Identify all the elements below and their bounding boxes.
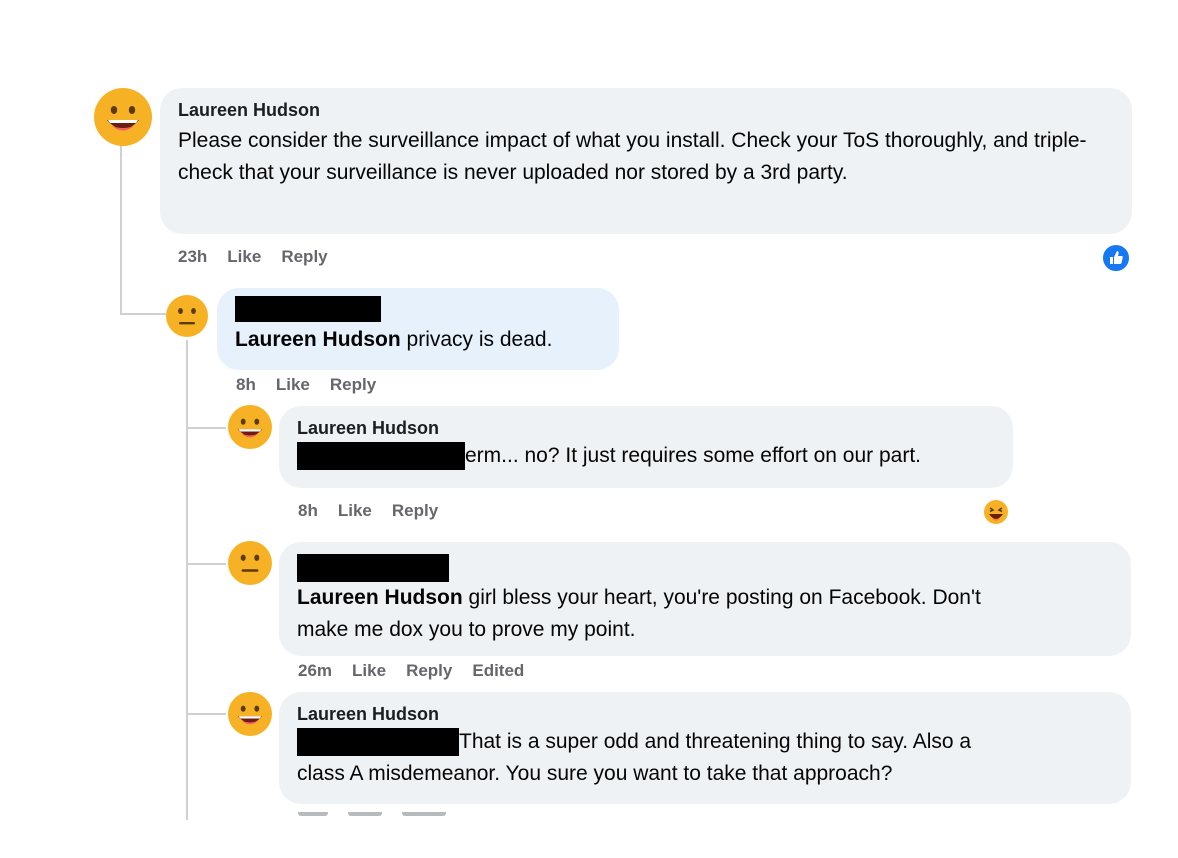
comment-timestamp[interactable]: 23h: [178, 247, 207, 267]
edited-label[interactable]: Edited: [472, 661, 524, 681]
reply-button[interactable]: Reply: [330, 375, 376, 395]
neutral-face-icon: [228, 541, 272, 585]
avatar[interactable]: [228, 692, 272, 736]
redacted-mention: [297, 728, 459, 757]
reply-button[interactable]: Reply: [281, 247, 327, 267]
reply-author[interactable]: Laureen Hudson: [297, 416, 995, 440]
redacted-mention: [297, 442, 465, 471]
reply-button[interactable]: Reply: [392, 501, 438, 521]
redacted-author: [297, 554, 1113, 582]
like-button[interactable]: Like: [227, 247, 261, 267]
grinning-face-icon: [94, 88, 152, 146]
avatar[interactable]: [94, 88, 152, 146]
reply-message: make me dox you to prove my point.: [297, 618, 636, 641]
thread-line-branch: [120, 313, 166, 315]
redacted-author: [235, 296, 601, 322]
thread-line-branch: [186, 713, 226, 715]
haha-reaction-icon[interactable]: [982, 498, 1010, 526]
mention-link[interactable]: Laureen Hudson: [297, 586, 463, 609]
reply-bubble: Laureen Hudson girl bless your heart, yo…: [279, 542, 1131, 656]
reply-actions: 26m Like Reply Edited: [298, 661, 524, 681]
neutral-face-icon: [166, 295, 208, 337]
comment-actions: 23h Like Reply: [178, 247, 328, 267]
reply-message: That is a super odd and threatening thin…: [459, 730, 972, 753]
reply-message: class A misdemeanor. You sure you want t…: [297, 762, 893, 785]
comment-author[interactable]: Laureen Hudson: [178, 98, 1114, 122]
avatar[interactable]: [228, 405, 272, 449]
reply-bubble: Laureen Hudson privacy is dead.: [217, 288, 619, 370]
reply-author[interactable]: Laureen Hudson: [297, 702, 1113, 726]
thread-line-nested: [186, 340, 188, 820]
comment-bubble: Laureen Hudson Please consider the surve…: [160, 88, 1132, 234]
reply-text: That is a super odd and threatening thin…: [297, 726, 1113, 790]
reply-bubble: Laureen Hudson erm... no? It just requir…: [279, 406, 1013, 488]
avatar[interactable]: [166, 295, 208, 337]
reply-message: erm... no? It just requires some effort …: [465, 444, 921, 467]
avatar[interactable]: [228, 541, 272, 585]
reply-timestamp[interactable]: 8h: [236, 375, 256, 395]
reply-actions: 8h Like Reply: [236, 375, 376, 395]
comment-text: Please consider the surveillance impact …: [178, 129, 1087, 184]
cropped-actions-row: [298, 812, 478, 820]
like-reaction-icon[interactable]: [1101, 243, 1131, 273]
thread-line-branch: [186, 563, 226, 565]
reply-bubble: Laureen Hudson That is a super odd and t…: [279, 692, 1131, 804]
reply-timestamp[interactable]: 8h: [298, 501, 318, 521]
reply-actions: 8h Like Reply: [298, 501, 438, 521]
reply-timestamp[interactable]: 26m: [298, 661, 332, 681]
like-button[interactable]: Like: [352, 661, 386, 681]
like-button[interactable]: Like: [338, 501, 372, 521]
reply-button[interactable]: Reply: [406, 661, 452, 681]
reply-text: erm... no? It just requires some effort …: [297, 440, 995, 472]
grinning-face-icon: [228, 405, 272, 449]
reply-text: Laureen Hudson privacy is dead.: [235, 324, 601, 356]
grinning-face-icon: [228, 692, 272, 736]
reply-message: privacy is dead.: [406, 328, 553, 351]
like-button[interactable]: Like: [276, 375, 310, 395]
reply-text: Laureen Hudson girl bless your heart, yo…: [297, 582, 1113, 646]
thread-line-branch: [186, 427, 226, 429]
thread-line-main: [120, 145, 122, 315]
mention-link[interactable]: Laureen Hudson: [235, 328, 401, 351]
reply-message: girl bless your heart, you're posting on…: [468, 586, 981, 609]
